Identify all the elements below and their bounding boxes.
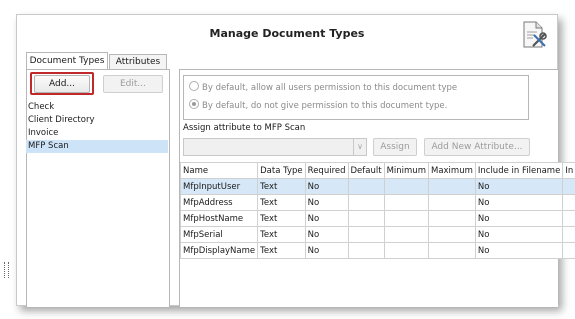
column-header[interactable]: Include in Filename xyxy=(474,162,564,179)
table-cell: No xyxy=(474,226,564,243)
permission-options: By default, allow all users permission t… xyxy=(183,75,529,120)
radio-unchecked-icon xyxy=(189,81,199,91)
column-header[interactable]: Name xyxy=(179,162,259,179)
table-row[interactable]: MfpDisplayName Text No No xyxy=(179,242,575,259)
table-cell: No xyxy=(474,210,564,227)
permission-allow-radio[interactable]: By default, allow all users permission t… xyxy=(189,81,457,95)
table-cell xyxy=(562,194,575,211)
table-cell xyxy=(383,194,429,211)
table-cell: Text xyxy=(257,242,306,259)
table-cell: Text xyxy=(257,178,306,195)
column-header[interactable]: Default xyxy=(347,162,385,179)
table-cell xyxy=(383,226,429,243)
tab-document-types[interactable]: Document Types xyxy=(26,52,108,69)
column-header[interactable]: Required xyxy=(304,162,349,179)
table-cell xyxy=(427,210,476,227)
add-new-attribute-button[interactable]: Add New Attribute... xyxy=(424,138,530,156)
table-cell: MfpSerial xyxy=(179,226,259,243)
table-cell: MfpAddress xyxy=(179,194,259,211)
table-cell xyxy=(562,210,575,227)
table-cell xyxy=(562,242,575,259)
table-cell: No xyxy=(304,194,349,211)
table-header-row: Name Data Type Required Default Minimum … xyxy=(179,162,575,179)
table-cell xyxy=(383,242,429,259)
table-cell: MfpInputUser xyxy=(179,178,259,195)
table-cell xyxy=(562,178,575,195)
table-cell: No xyxy=(474,178,564,195)
dialog-title: Manage Document Types xyxy=(209,27,365,40)
chevron-down-icon[interactable]: ∨ xyxy=(353,139,366,155)
tab-attributes[interactable]: Attributes xyxy=(109,54,167,69)
table-cell xyxy=(383,210,429,227)
table-cell: No xyxy=(304,242,349,259)
table-cell xyxy=(427,194,476,211)
table-cell: No xyxy=(474,242,564,259)
list-item[interactable]: MFP Scan xyxy=(26,140,168,153)
table-cell xyxy=(427,178,476,195)
list-item[interactable]: Check xyxy=(26,101,168,114)
permission-allow-label: By default, allow all users permission t… xyxy=(202,83,458,93)
table-cell: Text xyxy=(257,194,306,211)
table-cell xyxy=(427,242,476,259)
permission-deny-label: By default, do not give permission to th… xyxy=(202,101,448,111)
radio-checked-icon xyxy=(189,99,199,109)
column-header[interactable]: Minimum xyxy=(383,162,429,179)
table-cell xyxy=(347,210,385,227)
table-row[interactable]: MfpInputUser Text No No xyxy=(179,178,575,195)
table-cell: No xyxy=(304,178,349,195)
assign-button[interactable]: Assign xyxy=(373,138,417,156)
document-settings-icon xyxy=(523,21,547,48)
table-cell xyxy=(347,226,385,243)
manage-document-types-dialog: Manage Document Types Document Types Att… xyxy=(16,14,575,308)
column-header[interactable]: Data Type xyxy=(257,162,306,179)
table-cell: MfpHostName xyxy=(179,210,259,227)
resize-grip[interactable] xyxy=(4,262,9,278)
add-button-highlight xyxy=(30,72,94,95)
edit-button[interactable]: Edit... xyxy=(103,75,163,93)
table-row[interactable]: MfpAddress Text No No xyxy=(179,194,575,211)
document-type-list: Check Client Directory Invoice MFP Scan xyxy=(26,101,168,153)
table-row[interactable]: MfpSerial Text No No xyxy=(179,226,575,243)
table-cell: No xyxy=(474,194,564,211)
list-item[interactable]: Invoice xyxy=(26,127,168,140)
table-cell xyxy=(427,226,476,243)
table-cell xyxy=(347,242,385,259)
table-cell: No xyxy=(304,226,349,243)
table-cell: No xyxy=(304,210,349,227)
attributes-table: Name Data Type Required Default Minimum … xyxy=(179,162,575,259)
column-header[interactable]: Maximum xyxy=(427,162,476,179)
assign-attribute-label: Assign attribute to MFP Scan xyxy=(183,123,306,133)
table-cell xyxy=(347,178,385,195)
attribute-select[interactable]: ∨ xyxy=(183,138,367,156)
list-item[interactable]: Client Directory xyxy=(26,114,168,127)
table-cell xyxy=(383,178,429,195)
table-cell xyxy=(562,226,575,243)
table-cell: Text xyxy=(257,210,306,227)
table-cell xyxy=(347,194,385,211)
table-cell: Text xyxy=(257,226,306,243)
column-header[interactable]: In xyxy=(562,162,575,179)
permission-deny-radio[interactable]: By default, do not give permission to th… xyxy=(189,99,447,113)
table-row[interactable]: MfpHostName Text No No xyxy=(179,210,575,227)
table-cell: MfpDisplayName xyxy=(179,242,259,259)
